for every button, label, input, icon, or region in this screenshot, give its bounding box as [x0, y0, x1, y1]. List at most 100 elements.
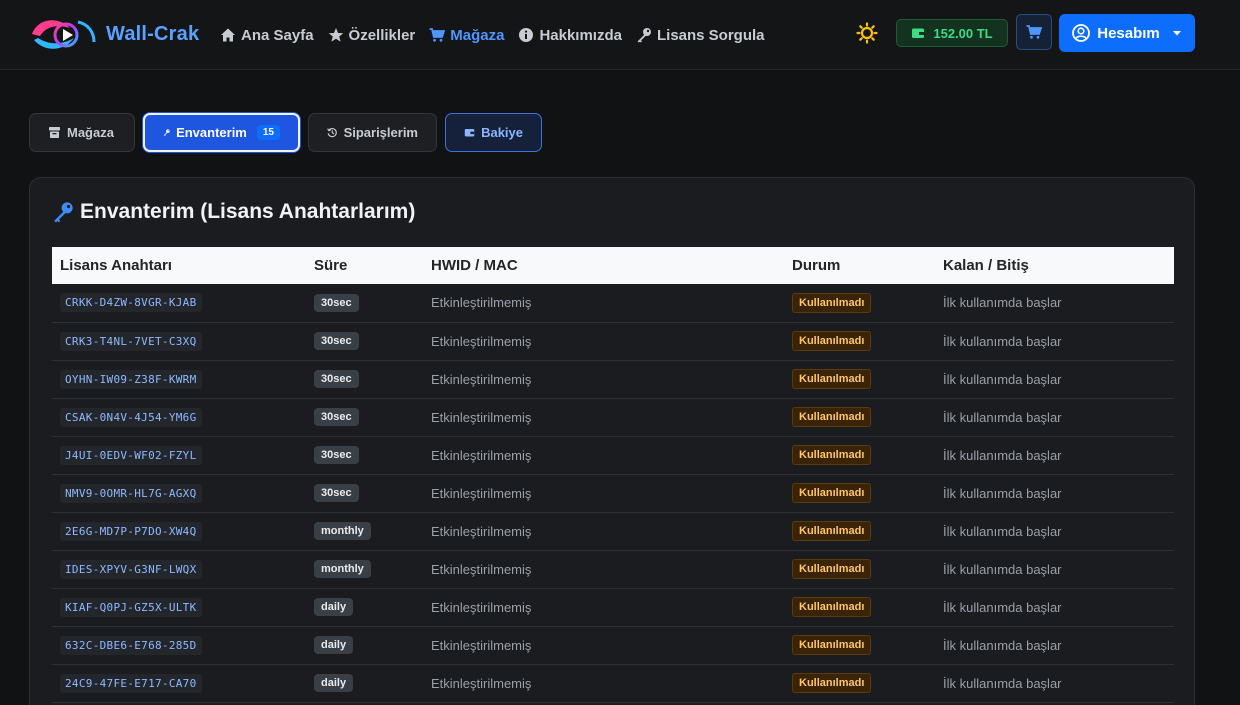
card-title: Envanterim (Lisans Anahtarlarım) [52, 200, 415, 224]
hwid-value: Etkinleştirilmemiş [423, 550, 784, 589]
duration-badge: 30sec [314, 293, 359, 312]
duration-badge: 30sec [314, 408, 359, 426]
status-badge: Kullanılmadı [792, 635, 872, 655]
table-row: CRKK-D4ZW-8VGR-KJAB 30sec Etkinleştirilm… [52, 284, 1174, 323]
card-title-text: Envanterim (Lisans Anahtarlarım) [80, 200, 416, 223]
wallet-balance-badge[interactable]: 152.00 TL [896, 19, 1008, 47]
license-key[interactable]: J4UI-0EDV-WF02-FZYL [60, 445, 202, 465]
account-label: Hesabım [1097, 24, 1160, 42]
header-remaining: Kalan / Bitiş [943, 257, 1029, 274]
remaining-value: İlk kullanımda başlar [935, 398, 1174, 437]
hwid-value: Etkinleştirilmemiş [423, 436, 784, 475]
status-badge: Kullanılmadı [792, 483, 872, 503]
license-key[interactable]: IDES-XPYV-G3NF-LWQX [60, 559, 202, 579]
key-icon [54, 202, 73, 223]
star-icon [328, 28, 343, 42]
wallet-icon [464, 128, 475, 137]
status-badge: Kullanılmadı [792, 521, 872, 541]
table-row: J4UI-0EDV-WF02-FZYL 30sec Etkinleştirilm… [52, 436, 1174, 475]
header-license-key: Lisans Anahtarı [60, 257, 172, 274]
license-key[interactable]: OYHN-IW09-Z38F-KWRM [60, 369, 202, 389]
remaining-value: İlk kullanımda başlar [935, 664, 1174, 703]
nav-link-store[interactable]: Mağaza [429, 27, 504, 44]
key-icon [637, 28, 651, 43]
duration-badge: daily [314, 636, 354, 654]
status-badge: Kullanılmadı [792, 292, 872, 313]
brand-name: Wall-Crak [106, 22, 200, 45]
hwid-value: Etkinleştirilmemiş [423, 398, 784, 437]
duration-badge: daily [314, 598, 354, 616]
nav-link-about[interactable]: Hakkımızda [518, 27, 622, 44]
theme-toggle-sun-icon[interactable] [856, 22, 878, 44]
inventory-card: Envanterim (Lisans Anahtarlarım) Lisans … [29, 177, 1195, 705]
status-badge: Kullanılmadı [792, 445, 872, 465]
status-badge: Kullanılmadı [792, 407, 872, 427]
cart-button[interactable] [1016, 14, 1052, 50]
remaining-value: İlk kullanımda başlar [935, 322, 1174, 361]
table-row: NMV9-0OMR-HL7G-AGXQ 30sec Etkinleştirilm… [52, 474, 1174, 513]
table-row: OYHN-IW09-Z38F-KWRM 30sec Etkinleştirilm… [52, 360, 1174, 399]
tab-store[interactable]: Mağaza [29, 113, 135, 152]
remaining-value: İlk kullanımda başlar [935, 360, 1174, 399]
header-hwid: HWID / MAC [431, 257, 518, 274]
license-key[interactable]: 632C-DBE6-E768-285D [60, 635, 202, 655]
status-badge: Kullanılmadı [792, 369, 872, 389]
cart-icon [429, 28, 446, 42]
status-badge: Kullanılmadı [792, 331, 872, 351]
nav-link-label: Ana Sayfa [241, 26, 314, 44]
remaining-value: İlk kullanımda başlar [935, 436, 1174, 475]
duration-badge: 30sec [314, 332, 359, 350]
tab-inventory[interactable]: Envanterim 15 [143, 113, 300, 152]
tab-orders[interactable]: Siparişlerim [308, 113, 437, 152]
tab-balance[interactable]: Bakiye [445, 113, 542, 152]
duration-badge: monthly [314, 522, 371, 540]
wallet-icon [912, 28, 925, 38]
remaining-value: İlk kullanımda başlar [935, 588, 1174, 627]
license-key[interactable]: CRKK-D4ZW-8VGR-KJAB [60, 293, 202, 313]
table-row: 2E6G-MD7P-P7DO-XW4Q monthly Etkinleştiri… [52, 512, 1174, 551]
license-table: Lisans Anahtarı Süre HWID / MAC Durum Ka… [52, 247, 1174, 703]
remaining-value: İlk kullanımda başlar [935, 626, 1174, 665]
status-badge: Kullanılmadı [792, 559, 872, 579]
tab-label: Bakiye [481, 125, 523, 140]
store-tabs: Mağaza Envanterim 15 Siparişlerim Bakiye [29, 113, 550, 152]
nav-link-label: Özellikler [348, 26, 416, 44]
account-dropdown-button[interactable]: Hesabım [1059, 14, 1195, 52]
key-icon [163, 129, 170, 136]
store-icon [49, 127, 60, 138]
duration-badge: daily [314, 674, 354, 692]
duration-badge: monthly [314, 560, 371, 578]
table-row: 24C9-47FE-E717-CA70 daily Etkinleştirilm… [52, 664, 1174, 703]
wallet-balance-value: 152.00 TL [933, 25, 993, 41]
navbar: Wall-Crak Ana Sayfa Özellikler Mağaza Ha… [0, 0, 1240, 70]
user-circle-icon [1072, 24, 1091, 42]
status-badge: Kullanılmadı [792, 597, 872, 617]
duration-badge: 30sec [314, 484, 359, 502]
remaining-value: İlk kullanımda başlar [935, 550, 1174, 589]
brand-link[interactable]: Wall-Crak [28, 14, 199, 54]
info-icon [519, 28, 534, 42]
chevron-down-icon [1172, 31, 1181, 36]
license-table-body: CRKK-D4ZW-8VGR-KJAB 30sec Etkinleştirilm… [52, 284, 1174, 703]
hwid-value: Etkinleştirilmemiş [423, 512, 784, 551]
remaining-value: İlk kullanımda başlar [935, 512, 1174, 551]
history-icon [327, 128, 337, 138]
hwid-value: Etkinleştirilmemiş [423, 474, 784, 513]
table-row: IDES-XPYV-G3NF-LWQX monthly Etkinleştiri… [52, 550, 1174, 589]
hwid-value: Etkinleştirilmemiş [423, 284, 784, 323]
license-key[interactable]: CSAK-0N4V-4J54-YM6G [60, 407, 202, 427]
nav-link-features[interactable]: Özellikler [328, 26, 416, 44]
duration-badge: 30sec [314, 370, 359, 388]
license-key[interactable]: 24C9-47FE-E717-CA70 [60, 673, 202, 693]
license-key[interactable]: 2E6G-MD7P-P7DO-XW4Q [60, 521, 202, 541]
duration-badge: 30sec [314, 446, 359, 464]
license-key[interactable]: CRK3-T4NL-7VET-C3XQ [60, 331, 202, 351]
nav-link-label: Lisans Sorgula [656, 26, 765, 44]
table-row: CSAK-0N4V-4J54-YM6G 30sec Etkinleştirilm… [52, 398, 1174, 437]
license-key[interactable]: NMV9-0OMR-HL7G-AGXQ [60, 483, 202, 503]
nav-link-license-query[interactable]: Lisans Sorgula [636, 27, 765, 44]
nav-link-label: Mağaza [450, 26, 505, 44]
license-key[interactable]: KIAF-Q0PJ-GZ5X-ULTK [60, 597, 202, 617]
nav-link-home[interactable]: Ana Sayfa [220, 27, 314, 44]
hwid-value: Etkinleştirilmemiş [423, 322, 784, 361]
